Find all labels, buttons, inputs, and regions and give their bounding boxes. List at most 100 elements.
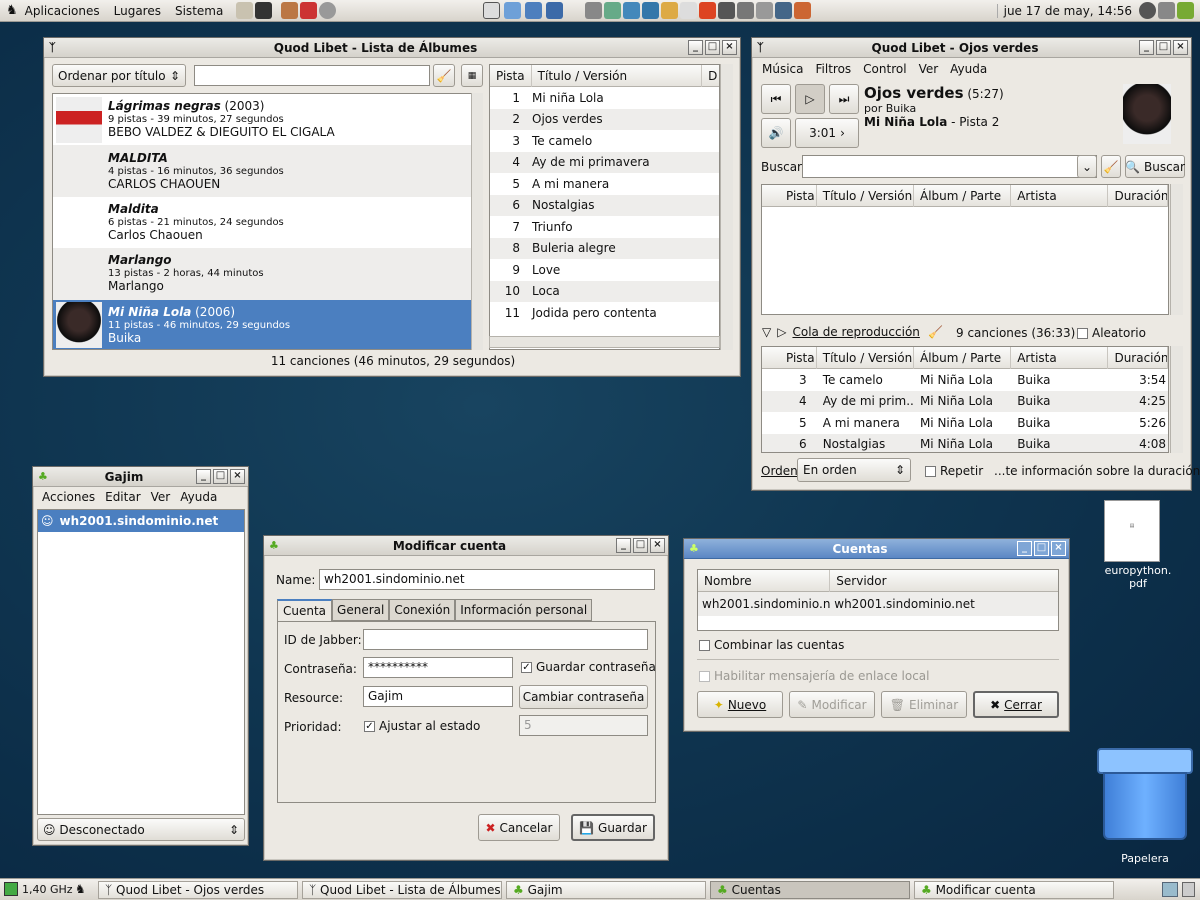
albums-titlebar[interactable]: ᛉ Quod Libet - Lista de Álbumes _ □ × xyxy=(44,38,740,58)
volume-icon[interactable] xyxy=(1158,2,1175,19)
menu-help[interactable]: Ayuda xyxy=(180,490,217,504)
album-row[interactable]: MALDITA 4 pistas - 16 minutos, 36 segundo… xyxy=(53,145,482,197)
col-name[interactable]: Nombre xyxy=(698,570,831,592)
tab-account[interactable]: Cuenta xyxy=(277,599,333,621)
save-password-checkbox[interactable]: ✓ Guardar contraseña xyxy=(521,660,656,674)
column-header[interactable]: Pista xyxy=(762,185,817,207)
track-row[interactable]: 1 Mi niña Lola xyxy=(490,87,719,109)
play-button[interactable]: ▷ xyxy=(795,84,825,114)
track-row[interactable]: 8 Buleria alegre xyxy=(490,237,719,259)
column-header[interactable]: Artista xyxy=(1011,185,1109,207)
trash-applet-icon[interactable] xyxy=(1182,882,1195,897)
trash-icon[interactable] xyxy=(1093,748,1197,844)
screenshot-icon[interactable] xyxy=(281,2,299,19)
change-password-button[interactable]: Cambiar contraseña xyxy=(519,685,648,709)
album-row[interactable]: Marlango 13 pistas - 2 horas, 44 minutos M… xyxy=(53,248,482,300)
column-header[interactable]: Título / Versión xyxy=(817,347,914,369)
maximize-button[interactable]: □ xyxy=(1156,40,1171,55)
track-list[interactable]: Pista Título / Versión D 1 Mi niña Lola 2 O… xyxy=(489,64,720,350)
pdf-file-label[interactable]: europython. pdf xyxy=(1098,564,1178,590)
task-modify-account[interactable]: ♣ Modificar cuenta xyxy=(914,881,1114,899)
close-button[interactable]: × xyxy=(1051,541,1066,556)
menu-control[interactable]: Control xyxy=(863,62,906,76)
gnome-foot-icon[interactable]: ♞ xyxy=(6,3,18,18)
network-icon[interactable] xyxy=(1139,2,1156,19)
col-duration[interactable]: D xyxy=(702,65,719,87)
cover-art[interactable] xyxy=(1123,84,1171,144)
menu-help[interactable]: Ayuda xyxy=(950,62,987,76)
repeat-checkbox[interactable]: Repetir xyxy=(925,464,983,478)
menu-system[interactable]: Sistema xyxy=(168,0,230,22)
close-button[interactable]: × xyxy=(1173,40,1188,55)
minimize-button[interactable]: _ xyxy=(1017,541,1032,556)
track-row[interactable]: 6 Nostalgias xyxy=(490,194,719,216)
menu-applications[interactable]: Aplicaciones xyxy=(18,0,107,22)
close-button[interactable]: × xyxy=(650,538,665,553)
col-title[interactable]: Título / Versión xyxy=(532,65,703,87)
sort-combo[interactable]: Ordenar por título ⇕ xyxy=(52,64,186,87)
clear-search-button[interactable]: 🧹 xyxy=(1101,155,1121,178)
cpu-frequency[interactable]: 1,40 GHz xyxy=(22,883,73,896)
roster-account[interactable]: ☺ wh2001.sindominio.net xyxy=(38,510,244,532)
task-gajim[interactable]: ♣ Gajim xyxy=(506,881,706,899)
menu-edit[interactable]: Editar xyxy=(105,490,141,504)
queue-list[interactable]: Pista Título / Versión Álbum / Parte Artist… xyxy=(761,346,1169,453)
song-list[interactable]: Pista Título / Versión Álbum / Parte Artist… xyxy=(761,184,1169,315)
clear-queue-icon[interactable]: 🧹 xyxy=(928,325,943,339)
task-accounts[interactable]: ♣ Cuentas xyxy=(710,881,910,899)
search-history-dropdown[interactable]: ⌄ xyxy=(1077,155,1097,178)
queue-toggle[interactable]: ▽ ▷ Cola de reproducción xyxy=(762,325,920,339)
close-button[interactable]: × xyxy=(230,469,245,484)
track-row[interactable]: 11 Jodida pero contenta xyxy=(490,302,719,324)
merge-accounts-checkbox[interactable]: Combinar las cuentas xyxy=(699,638,844,652)
shuffle-checkbox[interactable]: Aleatorio xyxy=(1077,326,1146,340)
clock[interactable]: jue 17 de may, 14:56 xyxy=(996,3,1138,18)
album-prefs-button[interactable]: ▦ xyxy=(461,64,483,87)
album-row[interactable]: Lágrimas negras (2003) 9 pistas - 39 minu… xyxy=(53,94,482,145)
launcher-icons[interactable] xyxy=(584,2,812,19)
seek-button[interactable]: 3:01 › xyxy=(795,118,859,148)
menu-view[interactable]: Ver xyxy=(151,490,171,504)
album-list[interactable]: Lágrimas negras (2003) 9 pistas - 39 minu… xyxy=(52,93,483,350)
maximize-button[interactable]: □ xyxy=(1034,541,1049,556)
song-list-scrollbar[interactable] xyxy=(1170,184,1183,315)
menu-view[interactable]: Ver xyxy=(919,62,939,76)
task-player[interactable]: ᛉ Quod Libet - Ojos verdes xyxy=(98,881,298,899)
account-row[interactable]: wh2001.sindominio.net wh2001.sindominio.… xyxy=(698,592,1058,616)
gajim-titlebar[interactable]: ♣ Gajim _ □ × xyxy=(33,467,248,487)
track-row[interactable]: 5 A mi manera xyxy=(490,173,719,195)
tab-general[interactable]: General xyxy=(332,599,390,621)
cancel-button[interactable]: ✖ Cancelar xyxy=(478,814,560,841)
shutdown-icon[interactable] xyxy=(319,2,337,19)
maximize-button[interactable]: □ xyxy=(705,40,720,55)
volume-button[interactable]: 🔊 xyxy=(761,118,791,148)
modify-account-button[interactable]: ✎ Modificar xyxy=(789,691,875,718)
maximize-button[interactable]: □ xyxy=(633,538,648,553)
tab-connection[interactable]: Conexión xyxy=(389,599,456,621)
minimize-button[interactable]: _ xyxy=(196,469,211,484)
col-track[interactable]: Pista xyxy=(490,65,532,87)
save-button[interactable]: 💾 Guardar xyxy=(571,814,655,841)
menu-music[interactable]: Música xyxy=(762,62,804,76)
menu-places[interactable]: Lugares xyxy=(107,0,168,22)
player-titlebar[interactable]: ᛉ Quod Libet - Ojos verdes _ □ × xyxy=(752,38,1191,58)
adjust-status-checkbox[interactable]: ✓ Ajustar al estado xyxy=(364,719,480,733)
track-row[interactable]: 3 Te camelo xyxy=(490,130,719,152)
show-desktop-icon[interactable] xyxy=(1162,882,1178,897)
track-row[interactable]: 7 Triunfo xyxy=(490,216,719,238)
minimize-button[interactable]: _ xyxy=(616,538,631,553)
terminal-icon[interactable] xyxy=(255,2,273,19)
logout-icon[interactable] xyxy=(300,2,318,19)
track-vscrollbar[interactable] xyxy=(720,64,733,350)
jid-input[interactable] xyxy=(363,629,648,650)
queue-row[interactable]: 4 Ay de mi prim... Mi Niña Lola Buika 4:25 xyxy=(762,390,1168,412)
resource-input[interactable]: Gajim xyxy=(363,686,513,707)
local-messaging-checkbox[interactable]: Habilitar mensajería de enlace local xyxy=(699,669,929,683)
trash-label[interactable]: Papelera xyxy=(1093,852,1197,865)
new-account-button[interactable]: ✦ Nuevo xyxy=(697,691,783,718)
album-row[interactable]: Maldita 6 pistas - 21 minutos, 24 segundo… xyxy=(53,197,482,248)
track-hscrollbar[interactable] xyxy=(489,336,720,348)
column-header[interactable]: Álbum / Parte xyxy=(914,185,1012,207)
order-combo[interactable]: En orden ⇕ xyxy=(797,458,911,482)
queue-row[interactable]: 5 A mi manera Mi Niña Lola Buika 5:26 xyxy=(762,412,1168,434)
